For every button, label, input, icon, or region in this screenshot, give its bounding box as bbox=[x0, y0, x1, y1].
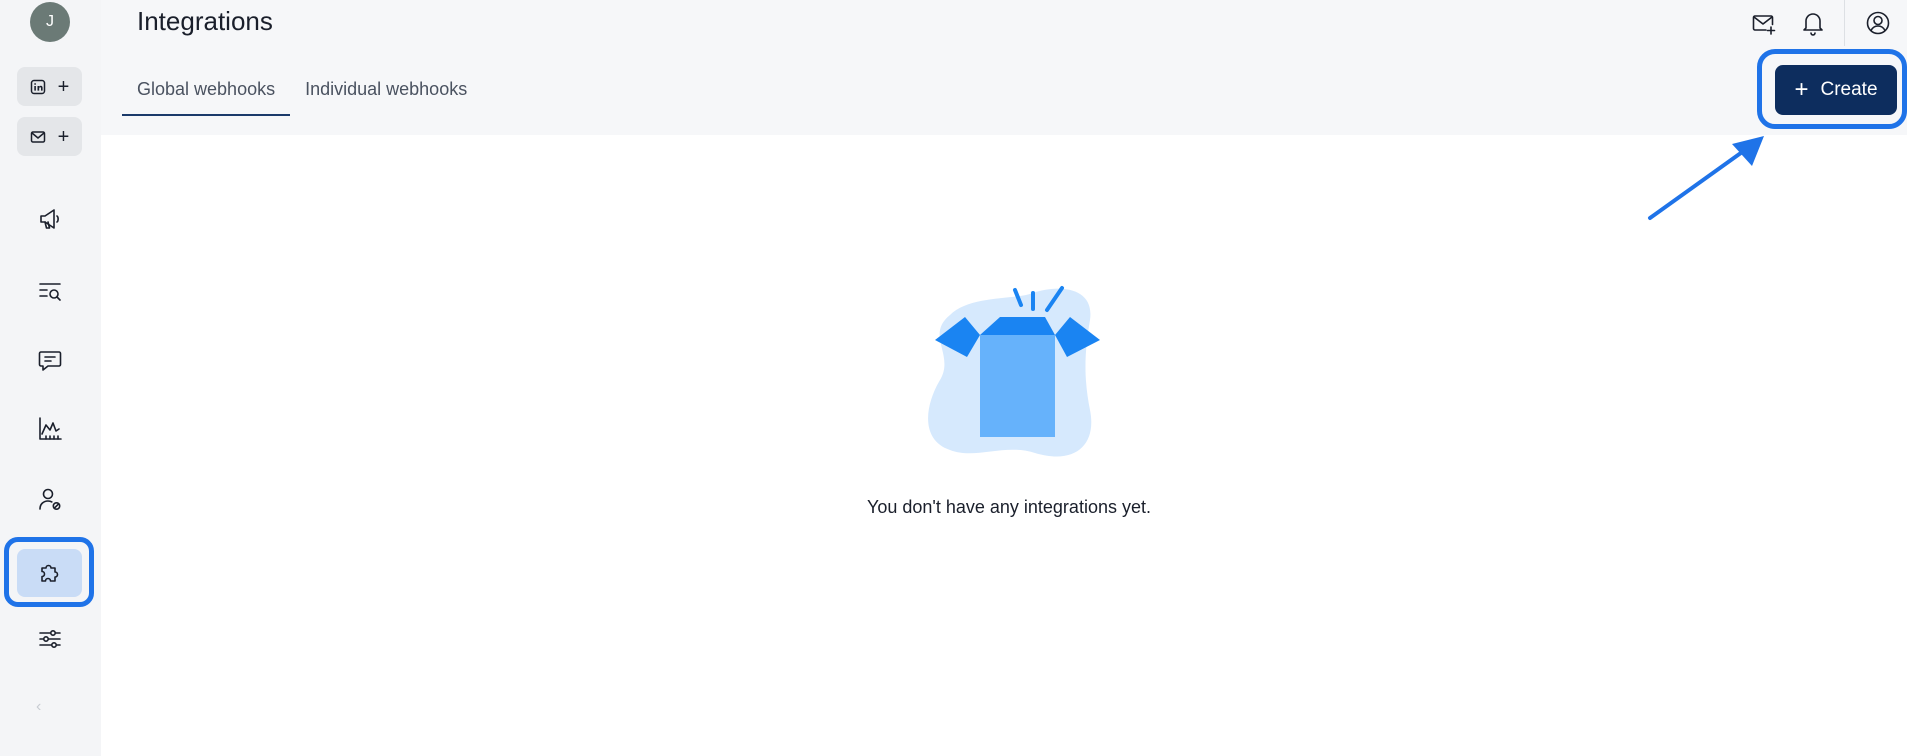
nav-campaigns[interactable] bbox=[29, 198, 71, 240]
bell-icon bbox=[1803, 13, 1823, 36]
list-search-icon bbox=[39, 283, 61, 301]
chart-icon bbox=[39, 417, 62, 440]
sliders-icon bbox=[39, 630, 61, 648]
mail-plus-icon bbox=[1752, 15, 1776, 35]
plus-icon: + bbox=[57, 75, 70, 98]
megaphone-icon bbox=[40, 209, 59, 229]
pointer-arrow-annotation bbox=[1648, 136, 1764, 220]
chat-icon bbox=[38, 351, 62, 371]
nav-analytics[interactable] bbox=[29, 408, 71, 450]
create-button[interactable]: + Create bbox=[1775, 65, 1897, 115]
tab-global-webhooks[interactable]: Global webhooks bbox=[122, 75, 291, 116]
plus-icon: + bbox=[1794, 76, 1809, 103]
toolbar-divider bbox=[1844, 0, 1845, 46]
user-circle-icon bbox=[1866, 11, 1890, 35]
page-title: Integrations bbox=[137, 6, 273, 36]
avatar[interactable]: J bbox=[30, 2, 70, 42]
nav-settings[interactable] bbox=[29, 618, 71, 660]
empty-box-illustration bbox=[928, 286, 1100, 457]
sidebar: J + + ‹ bbox=[0, 0, 101, 756]
nav-integrations-icon-wrap[interactable] bbox=[29, 552, 71, 594]
nav-messages[interactable] bbox=[29, 339, 71, 381]
nav-search[interactable] bbox=[29, 270, 71, 312]
plus-icon: + bbox=[57, 125, 70, 148]
linkedin-icon bbox=[30, 79, 45, 94]
create-button-label: Create bbox=[1820, 79, 1878, 100]
tab-individual-webhooks[interactable]: Individual webhooks bbox=[290, 75, 482, 116]
sidebar-collapse-button[interactable]: ‹ bbox=[36, 698, 41, 716]
empty-state-message: You don't have any integrations yet. bbox=[867, 497, 1151, 517]
app: J + + ‹ Integrations Global webhooks Ind… bbox=[0, 0, 1907, 756]
tabs: Global webhooks Individual webhooks bbox=[122, 75, 482, 116]
add-linkedin-account-button[interactable]: + bbox=[17, 67, 82, 106]
notifications-button[interactable] bbox=[1792, 2, 1834, 44]
add-email-account-button[interactable]: + bbox=[17, 117, 82, 156]
top-toolbar bbox=[1742, 0, 1907, 46]
profile-button[interactable] bbox=[1857, 2, 1899, 44]
mail-icon bbox=[30, 130, 45, 143]
new-mail-button[interactable] bbox=[1742, 2, 1784, 44]
page-header: Integrations Global webhooks Individual … bbox=[101, 0, 1907, 135]
puzzle-icon bbox=[41, 564, 59, 582]
